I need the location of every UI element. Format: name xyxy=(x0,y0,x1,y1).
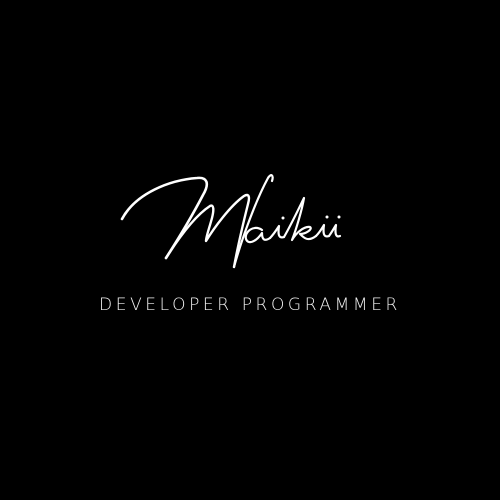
signature-letter-i-3 xyxy=(327,223,342,238)
signature-dot-1 xyxy=(281,216,285,220)
tagline: DEVELOPER PROGRAMMER xyxy=(99,295,401,315)
signature-letter-i-2 xyxy=(314,223,331,238)
signature-logo xyxy=(120,174,342,269)
signature-letter-k xyxy=(282,196,318,242)
signature-letter-i xyxy=(268,224,286,240)
signature-m-swash xyxy=(120,176,209,260)
signature-dot-3 xyxy=(337,215,341,219)
signature-letter-a xyxy=(244,226,272,244)
signature-m-right-leg xyxy=(232,174,274,269)
signature-dot-2 xyxy=(325,215,329,219)
logo-canvas: DEVELOPER PROGRAMMER xyxy=(0,0,500,500)
